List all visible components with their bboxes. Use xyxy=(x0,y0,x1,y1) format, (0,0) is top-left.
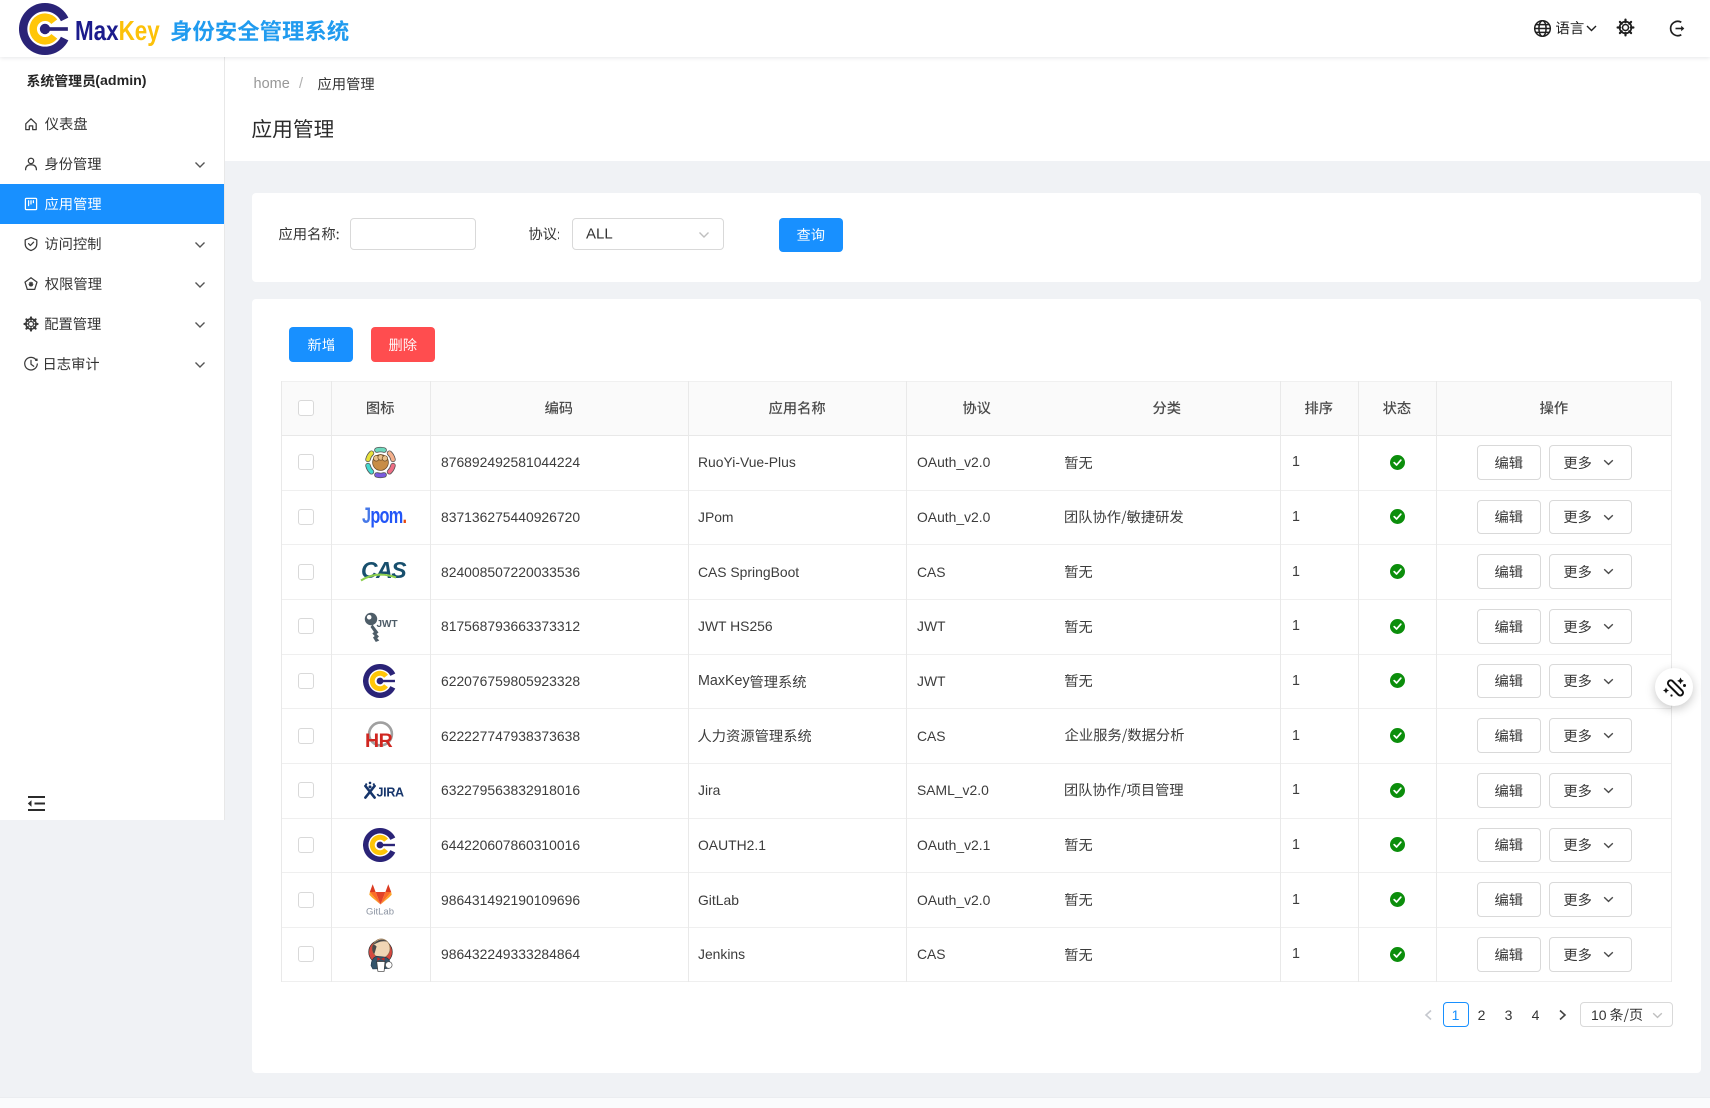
svg-text:HR: HR xyxy=(365,730,393,752)
svg-text:JIRA: JIRA xyxy=(376,785,404,799)
svg-text:JWT: JWT xyxy=(377,619,398,630)
